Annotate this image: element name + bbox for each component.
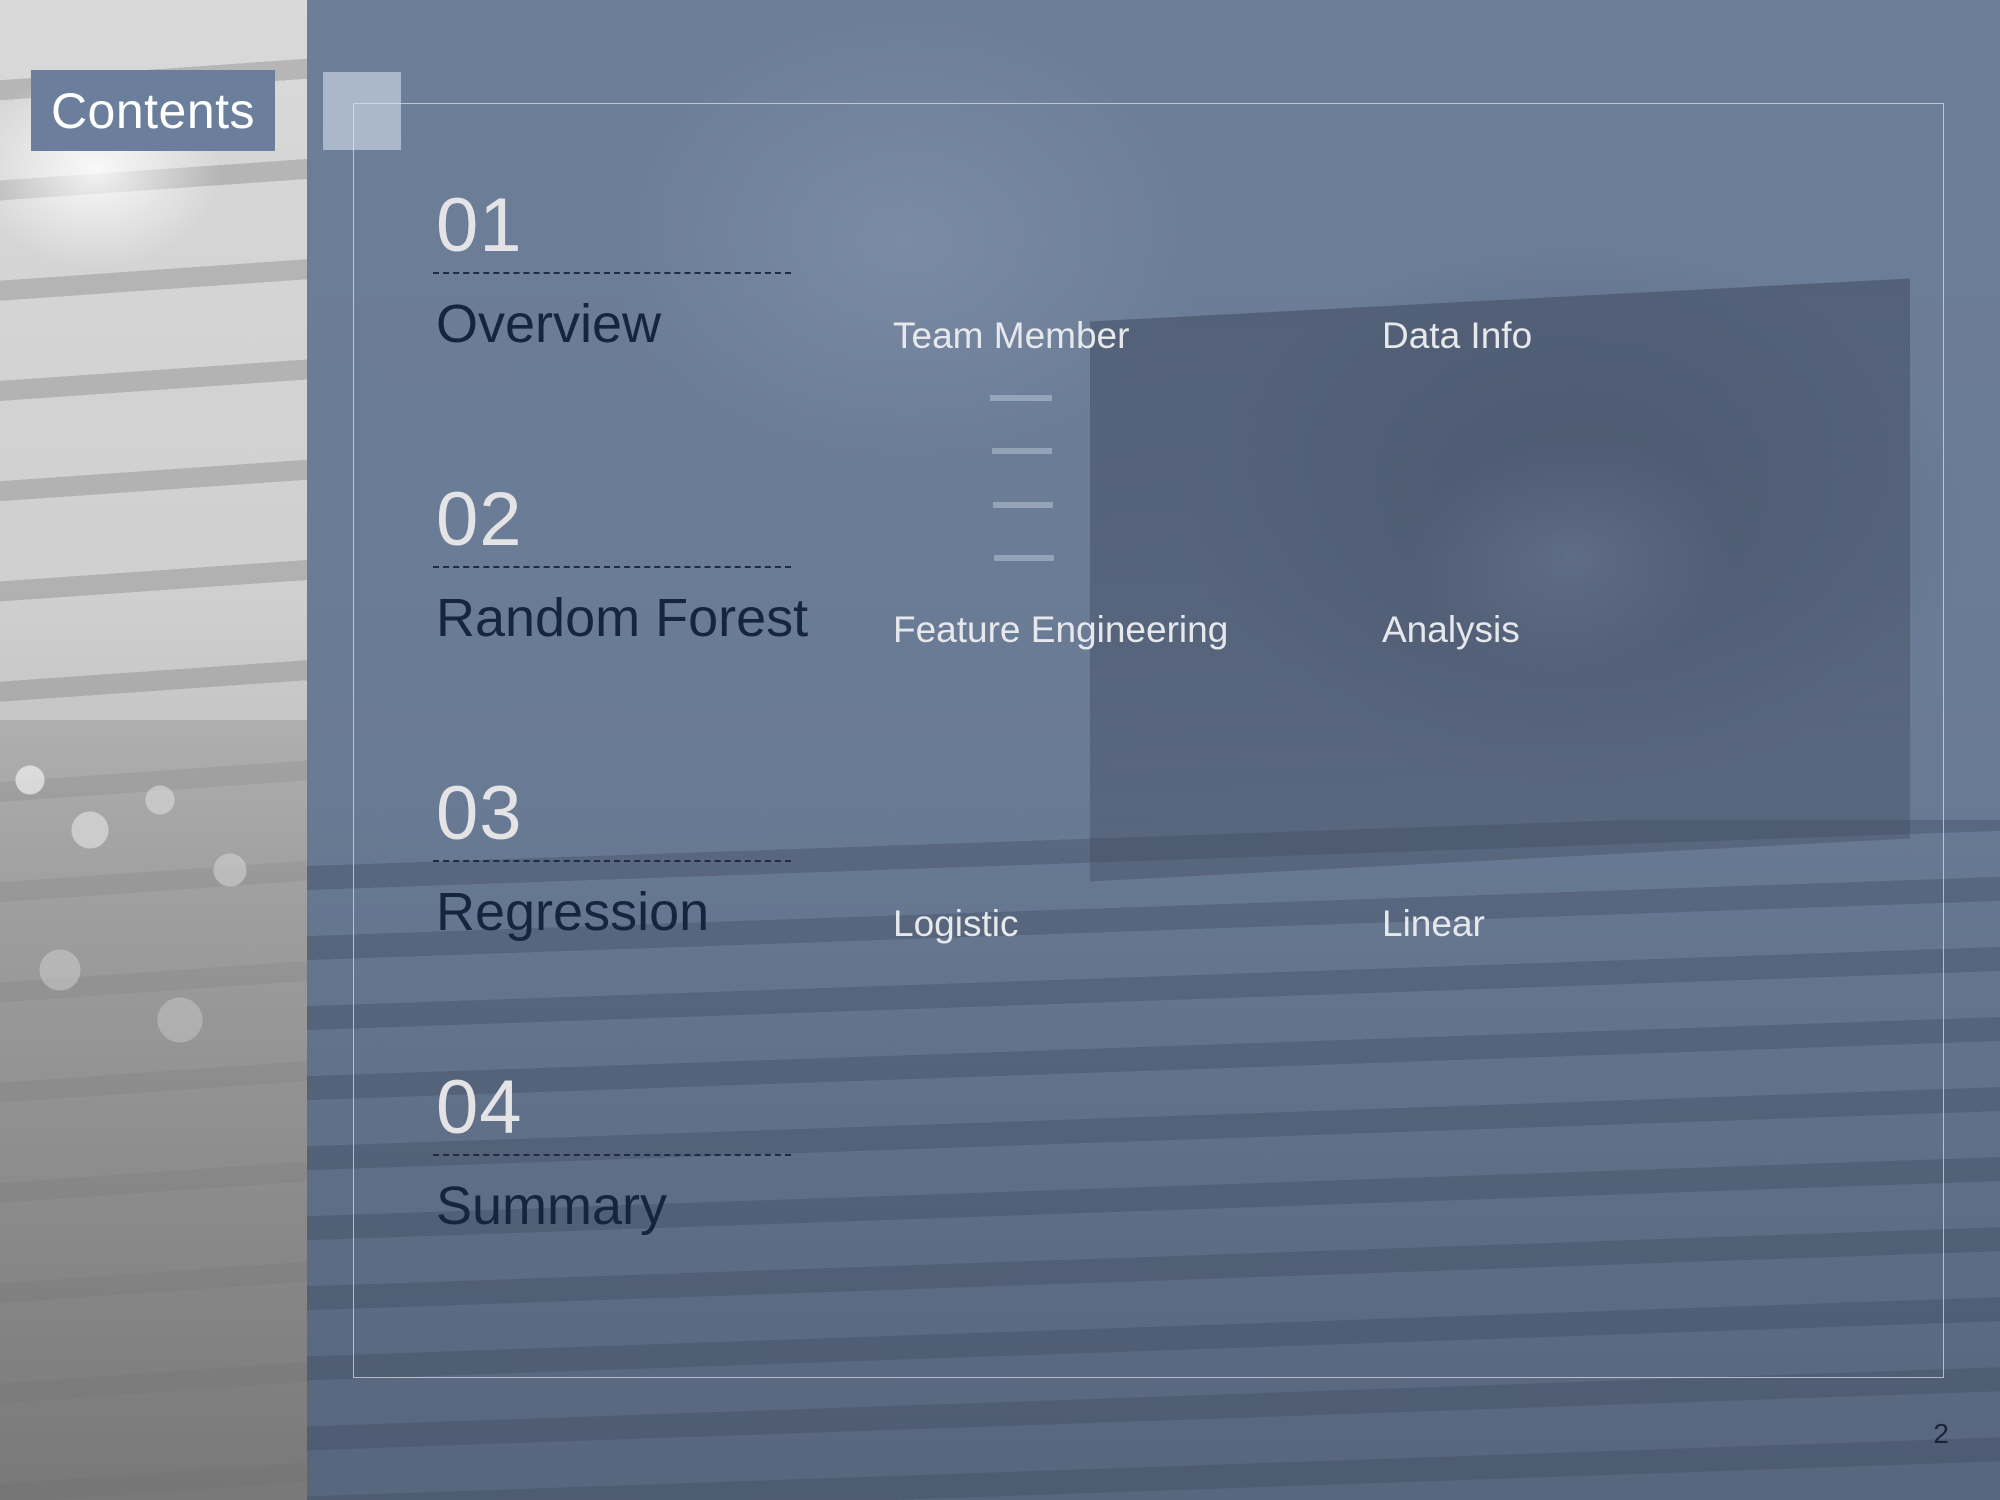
section-title: Summary [436, 1176, 668, 1236]
subtopic-linear: Linear [1382, 903, 1485, 944]
section-random-forest: 02 Random Forest Feature Engineering Ana… [433, 477, 1936, 742]
section-divider [433, 272, 791, 274]
subtopic-team-member: Team Member [893, 315, 1130, 356]
subtopic-data-info: Data Info [1382, 315, 1533, 356]
section-divider [433, 1154, 791, 1156]
section-number: 02 [436, 477, 523, 562]
section-title: Regression [436, 882, 710, 942]
section-divider [433, 566, 791, 568]
page-number: 2 [1933, 1418, 1949, 1449]
section-title: Overview [436, 294, 662, 354]
contents-heading: Contents [50, 82, 256, 139]
section-number: 03 [436, 771, 523, 856]
section-divider [433, 860, 791, 862]
section-summary: 04 Summary [433, 1065, 1936, 1330]
section-regression: 03 Regression Logistic Linear [433, 771, 1936, 1036]
subtopic-logistic: Logistic [893, 903, 1019, 944]
background-left-crowd [0, 720, 307, 1500]
subtopic-analysis: Analysis [1382, 609, 1520, 650]
contents-heading-box: Contents [31, 70, 275, 151]
section-overview: 01 Overview Team Member Data Info [433, 183, 1936, 448]
section-number: 04 [436, 1065, 523, 1150]
subtopic-feature-engineering: Feature Engineering [893, 609, 1229, 650]
section-number: 01 [436, 183, 523, 268]
section-title: Random Forest [436, 588, 809, 648]
